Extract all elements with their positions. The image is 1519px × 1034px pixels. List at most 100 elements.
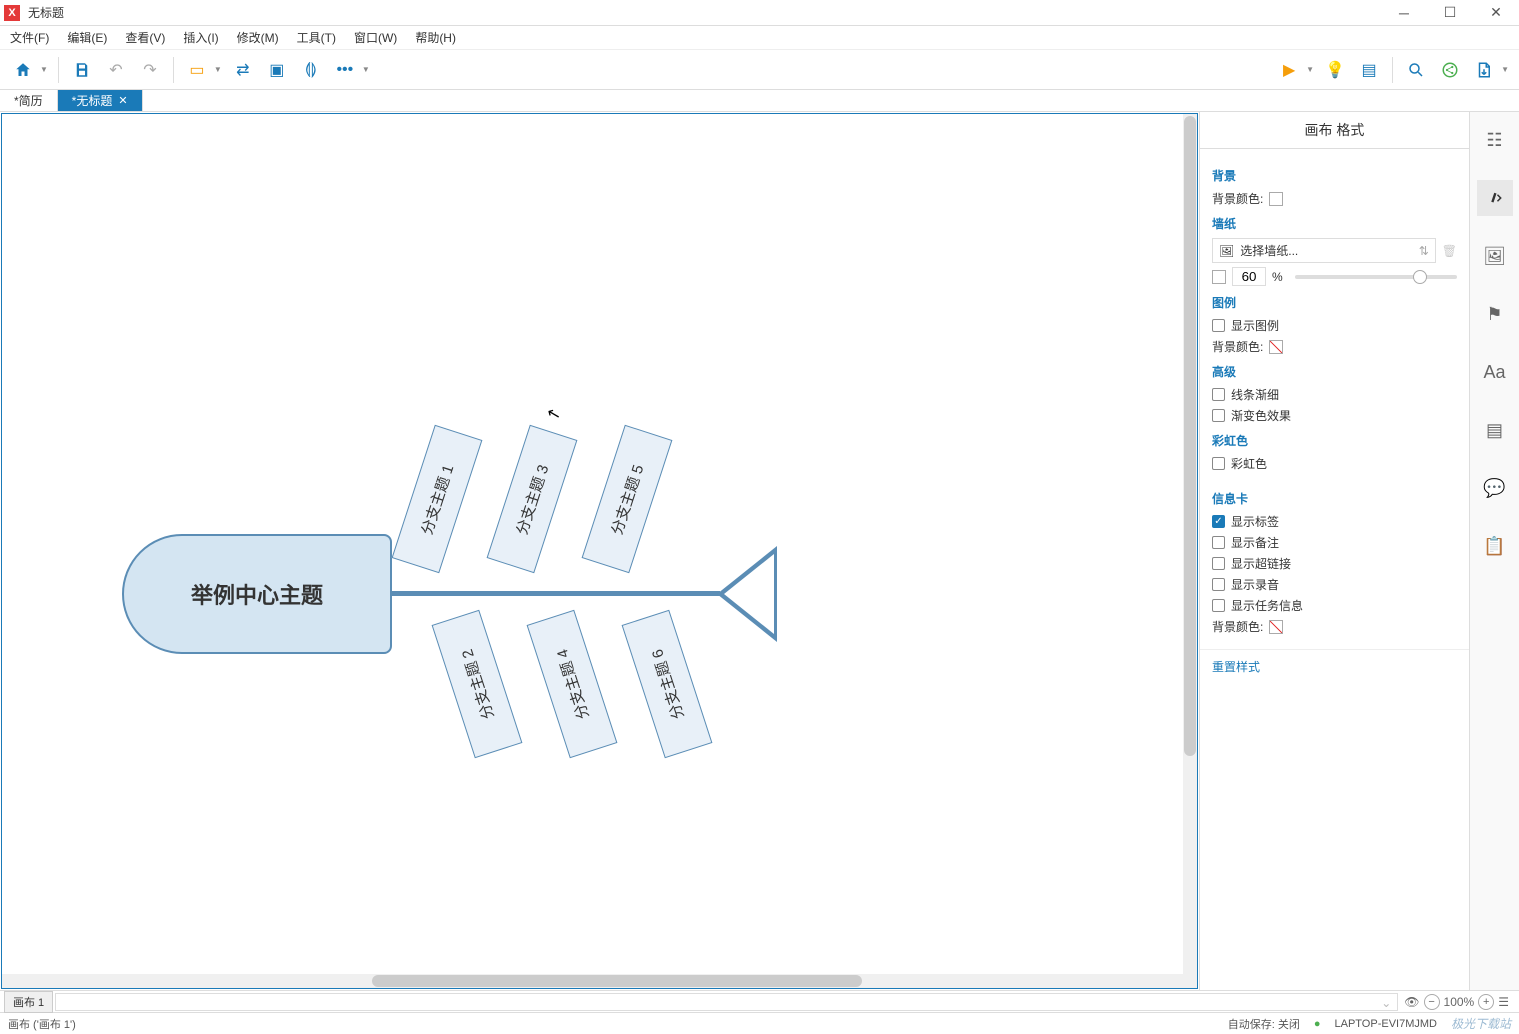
gradient-checkbox[interactable] xyxy=(1212,409,1225,422)
opacity-input[interactable] xyxy=(1232,267,1266,286)
branch-topic-2[interactable]: 分支主题 2 xyxy=(432,610,523,759)
topic-button[interactable]: ▭ xyxy=(184,57,210,83)
presentation-button[interactable]: ▶ xyxy=(1276,57,1302,83)
sheet-bar: 画布 1 ⌄ 👁 − 100% + ☰ xyxy=(0,990,1519,1012)
zoom-out-button[interactable]: − xyxy=(1424,994,1440,1010)
infocard-bgcolor-swatch[interactable] xyxy=(1269,620,1283,634)
menu-view[interactable]: 查看(V) xyxy=(121,27,169,48)
notes-tab-icon[interactable]: ▤ xyxy=(1477,412,1513,448)
export-button[interactable] xyxy=(1471,57,1497,83)
legend-bgcolor-swatch[interactable] xyxy=(1269,340,1283,354)
branch-topic-3[interactable]: 分支主题 3 xyxy=(487,425,578,574)
menu-tools[interactable]: 工具(T) xyxy=(293,27,340,48)
filter-icon[interactable]: ⌄ xyxy=(1381,996,1391,1010)
branch-topic-5[interactable]: 分支主题 5 xyxy=(582,425,673,574)
show-audio-checkbox[interactable] xyxy=(1212,578,1225,591)
format-tab-icon[interactable] xyxy=(1477,180,1513,216)
share-button[interactable] xyxy=(1437,57,1463,83)
toolbar: ▼ ↶ ↷ ▭ ▼ ⇄ ▣ ⟬⟭ ••• ▼ ▶ ▼ 💡 ▤ ▼ xyxy=(0,50,1519,90)
maximize-button[interactable]: ☐ xyxy=(1427,0,1473,26)
window-controls: ─ ☐ ✕ xyxy=(1381,0,1519,26)
tab-untitled[interactable]: *无标题 ✕ xyxy=(58,90,143,111)
gantt-button[interactable]: ▤ xyxy=(1356,57,1382,83)
titlebar: X 无标题 ─ ☐ ✕ xyxy=(0,0,1519,26)
app-icon: X xyxy=(4,5,20,21)
background-color-swatch[interactable] xyxy=(1269,192,1283,206)
vertical-scrollbar[interactable] xyxy=(1183,114,1197,988)
image-tab-icon[interactable]: 🖼 xyxy=(1477,238,1513,274)
boundary-button[interactable]: ▣ xyxy=(264,57,290,83)
comments-tab-icon[interactable]: 💬 xyxy=(1477,470,1513,506)
horizontal-scroll-thumb[interactable] xyxy=(372,975,862,987)
section-rainbow: 彩虹色 xyxy=(1212,432,1457,449)
search-button[interactable] xyxy=(1403,57,1429,83)
show-label-checkbox[interactable]: ✓ xyxy=(1212,515,1225,528)
fit-icon[interactable]: ☰ xyxy=(1498,995,1509,1009)
relationship-button[interactable]: ⇄ xyxy=(230,57,256,83)
opacity-slider[interactable] xyxy=(1295,275,1457,279)
eye-icon[interactable]: 👁 xyxy=(1404,995,1419,1009)
wallpaper-color-swatch[interactable] xyxy=(1212,270,1226,284)
minimize-button[interactable]: ─ xyxy=(1381,0,1427,26)
tab-label: *简历 xyxy=(14,92,43,109)
dropdown-icon[interactable]: ▼ xyxy=(214,65,222,74)
sheet-strip[interactable]: ⌄ xyxy=(55,993,1398,1011)
show-notes-label: 显示备注 xyxy=(1231,534,1279,551)
menu-window[interactable]: 窗口(W) xyxy=(350,27,401,48)
more-button[interactable]: ••• xyxy=(332,57,358,83)
branch-topic-4[interactable]: 分支主题 4 xyxy=(527,610,618,759)
save-button[interactable] xyxy=(69,57,95,83)
close-icon[interactable]: ✕ xyxy=(118,94,127,107)
outline-tab-icon[interactable]: ☷ xyxy=(1477,122,1513,158)
show-task-label: 显示任务信息 xyxy=(1231,597,1303,614)
zoom-level: 100% xyxy=(1444,995,1475,1009)
wallpaper-select[interactable]: 🖼 选择墙纸... ⇅ xyxy=(1212,238,1436,263)
slider-thumb[interactable] xyxy=(1413,270,1427,284)
delete-wallpaper-icon[interactable]: 🗑 xyxy=(1442,244,1457,258)
show-notes-checkbox[interactable] xyxy=(1212,536,1225,549)
show-task-checkbox[interactable] xyxy=(1212,599,1225,612)
branch-topic-1[interactable]: 分支主题 1 xyxy=(392,425,483,574)
menu-modify[interactable]: 修改(M) xyxy=(233,27,283,48)
show-link-label: 显示超链接 xyxy=(1231,555,1291,572)
line-taper-label: 线条渐细 xyxy=(1231,386,1279,403)
gradient-label: 渐变色效果 xyxy=(1231,407,1291,424)
dropdown-icon[interactable]: ▼ xyxy=(1306,65,1314,74)
host-name: LAPTOP-EVI7MJMD xyxy=(1334,1018,1437,1030)
sheet-tab[interactable]: 画布 1 xyxy=(4,991,53,1013)
menu-insert[interactable]: 插入(I) xyxy=(179,27,222,48)
line-taper-checkbox[interactable] xyxy=(1212,388,1225,401)
reset-style-link[interactable]: 重置样式 xyxy=(1200,649,1469,683)
close-button[interactable]: ✕ xyxy=(1473,0,1519,26)
dropdown-icon[interactable]: ▼ xyxy=(362,65,370,74)
task-tab-icon[interactable]: 📋 xyxy=(1477,528,1513,564)
menu-help[interactable]: 帮助(H) xyxy=(411,27,460,48)
vertical-scroll-thumb[interactable] xyxy=(1184,116,1196,756)
redo-button[interactable]: ↷ xyxy=(137,57,163,83)
central-topic[interactable]: 举例中心主题 xyxy=(122,534,392,654)
horizontal-scrollbar[interactable] xyxy=(2,974,1197,988)
menu-edit[interactable]: 编辑(E) xyxy=(63,27,111,48)
home-button[interactable] xyxy=(10,57,36,83)
marker-tab-icon[interactable]: ⚑ xyxy=(1477,296,1513,332)
menu-file[interactable]: 文件(F) xyxy=(6,27,53,48)
idea-button[interactable]: 💡 xyxy=(1322,57,1348,83)
section-legend: 图例 xyxy=(1212,294,1457,311)
undo-button[interactable]: ↶ xyxy=(103,57,129,83)
canvas-area[interactable]: ↖ 举例中心主题 分支主题 1 分支主题 3 分支主题 5 分支主题 2 分支主… xyxy=(1,113,1198,989)
dropdown-icon[interactable]: ▼ xyxy=(40,65,48,74)
zoom-in-button[interactable]: + xyxy=(1478,994,1494,1010)
label-tab-icon[interactable]: Aa xyxy=(1477,354,1513,390)
tab-history[interactable]: *简历 xyxy=(0,90,58,111)
summary-button[interactable]: ⟬⟭ xyxy=(298,57,324,83)
show-legend-checkbox[interactable] xyxy=(1212,319,1225,332)
menubar: 文件(F) 编辑(E) 查看(V) 插入(I) 修改(M) 工具(T) 窗口(W… xyxy=(0,26,1519,50)
infocard-bgcolor-label: 背景颜色: xyxy=(1212,618,1263,635)
rainbow-checkbox[interactable] xyxy=(1212,457,1225,470)
background-color-label: 背景颜色: xyxy=(1212,190,1263,207)
dropdown-icon[interactable]: ▼ xyxy=(1501,65,1509,74)
image-icon: 🖼 xyxy=(1219,244,1234,258)
legend-bgcolor-label: 背景颜色: xyxy=(1212,338,1263,355)
show-link-checkbox[interactable] xyxy=(1212,557,1225,570)
branch-topic-6[interactable]: 分支主题 6 xyxy=(622,610,713,759)
